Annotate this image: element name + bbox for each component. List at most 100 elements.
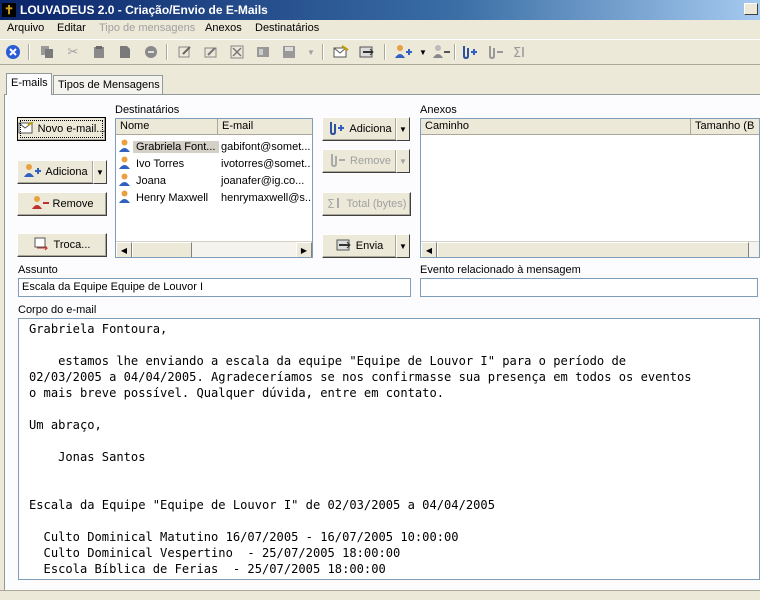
menu-tipo-de-mensagens[interactable]: Tipo de mensagens — [99, 22, 195, 34]
chevron-down-icon: ▼ — [399, 242, 407, 251]
add-user-icon — [23, 163, 41, 182]
cut-icon[interactable]: ✂ — [64, 43, 82, 61]
add-user-icon[interactable] — [394, 43, 412, 61]
destinatarios-hscroll[interactable]: ◀ ▶ — [116, 241, 312, 257]
remove-user-icon[interactable] — [432, 43, 450, 61]
adiciona-anexo-button[interactable]: Adiciona — [322, 117, 397, 141]
close-circle-icon[interactable] — [4, 43, 22, 61]
assunto-field[interactable]: Escala da Equipe Equipe de Louvor I — [18, 278, 411, 297]
chevron-down-icon: ▼ — [399, 157, 407, 166]
adiciona-destinatario-button[interactable]: Adiciona — [17, 160, 94, 184]
remove-user-icon — [31, 195, 49, 214]
corpo-textarea[interactable]: Grabriela Fontoura, estamos lhe enviando… — [18, 318, 760, 580]
assunto-label: Assunto — [18, 264, 58, 276]
dropdown-icon[interactable]: ▼ — [306, 43, 316, 61]
destinatarios-header: Nome E-mail — [116, 119, 313, 135]
swap-icon — [34, 237, 50, 254]
toolbar: ✂ ▼ ▼ Σ — [0, 39, 760, 65]
novo-email-label: Novo e-mail... — [38, 123, 106, 135]
evento-label: Evento relacionado à mensagem — [420, 264, 581, 276]
envelope-icon — [18, 122, 34, 137]
scroll-left-icon[interactable]: ◀ — [116, 242, 132, 258]
paste-icon[interactable] — [90, 43, 108, 61]
recipient-name: Ivo Torres — [133, 158, 219, 170]
destinatarios-label: Destinatários — [115, 104, 179, 116]
anexos-header: Caminho Tamanho (B — [421, 119, 760, 135]
envia-dropdown[interactable]: ▼ — [396, 234, 410, 258]
sum-icon[interactable]: Σ — [512, 43, 530, 61]
edit-alt-icon[interactable] — [202, 43, 220, 61]
menu-destinatarios[interactable]: Destinatários — [255, 22, 319, 34]
scroll-left-icon[interactable]: ◀ — [421, 242, 437, 258]
column-nome[interactable]: Nome — [116, 119, 218, 135]
adiciona-destinatario-dropdown[interactable]: ▼ — [93, 160, 107, 184]
troca-button[interactable]: Troca... — [17, 233, 107, 257]
send-card-icon — [336, 239, 352, 254]
attach-add-icon — [327, 120, 345, 139]
list-item[interactable]: Ivo Torres ivotorres@somet... — [116, 155, 311, 172]
destinatarios-list[interactable]: Nome E-mail Grabriela Font... gabifont@s… — [115, 118, 313, 258]
remove-anexo-dropdown[interactable]: ▼ — [396, 149, 410, 173]
menu-editar[interactable]: Editar — [57, 22, 86, 34]
adiciona-anexo-dropdown[interactable]: ▼ — [396, 117, 410, 141]
save-icon[interactable] — [280, 43, 298, 61]
adiciona-destinatario-label: Adiciona — [45, 166, 87, 178]
app-cross-icon: ✝ — [2, 3, 16, 17]
copy-icon[interactable] — [38, 43, 56, 61]
status-bar — [0, 590, 760, 600]
menu-anexos[interactable]: Anexos — [205, 22, 242, 34]
total-bytes-button[interactable]: Σ Total (bytes) — [322, 192, 411, 216]
dropdown-icon[interactable]: ▼ — [418, 43, 428, 61]
list-item[interactable]: Joana joanafer@ig.co... — [116, 172, 311, 189]
scroll-right-icon[interactable]: ▶ — [296, 242, 312, 258]
tab-tipos-de-mensagens[interactable]: Tipos de Mensagens — [53, 75, 163, 95]
recipient-name: Joana — [133, 175, 219, 187]
menu-arquivo[interactable]: Arquivo — [7, 22, 44, 34]
edit-icon[interactable] — [176, 43, 194, 61]
anexos-hscroll[interactable]: ◀ — [421, 241, 759, 257]
recipient-name: Grabriela Font... — [133, 141, 219, 153]
recipient-email: joanafer@ig.co... — [219, 175, 311, 187]
person-icon — [119, 156, 133, 172]
remove-destinatario-button[interactable]: Remove — [17, 192, 107, 216]
total-bytes-label: Total (bytes) — [347, 198, 407, 210]
remove-anexo-label: Remove — [350, 155, 391, 167]
tab-e-mails[interactable]: E-mails — [6, 73, 52, 95]
list-item[interactable]: Grabriela Font... gabifont@somet... — [116, 138, 311, 155]
send-mail-icon[interactable] — [332, 43, 350, 61]
scroll-thumb[interactable] — [132, 242, 192, 258]
recipient-email: ivotorres@somet... — [219, 158, 311, 170]
person-icon — [119, 190, 133, 206]
chevron-down-icon: ▼ — [399, 125, 407, 134]
attach-add-icon[interactable] — [460, 43, 478, 61]
recipient-name: Henry Maxwell — [133, 192, 219, 204]
remove-anexo-button[interactable]: Remove — [322, 149, 397, 173]
chevron-down-icon: ▼ — [96, 168, 104, 177]
attach-remove-icon[interactable] — [486, 43, 504, 61]
svg-text:Σ: Σ — [513, 46, 521, 60]
grid-icon[interactable] — [254, 43, 272, 61]
window-button[interactable] — [744, 3, 758, 15]
evento-field[interactable] — [420, 278, 758, 297]
column-caminho[interactable]: Caminho — [421, 119, 691, 135]
list-item[interactable]: Henry Maxwell henrymaxwell@s... — [116, 189, 311, 206]
corpo-text: Grabriela Fontoura, estamos lhe enviando… — [19, 319, 759, 579]
sum-icon: Σ — [327, 196, 343, 213]
stop-icon[interactable] — [142, 43, 160, 61]
document-icon[interactable] — [116, 43, 134, 61]
remove-destinatario-label: Remove — [53, 198, 94, 210]
column-tamanho[interactable]: Tamanho (B — [691, 119, 760, 135]
attach-remove-icon — [328, 152, 346, 171]
recipient-email: henrymaxwell@s... — [219, 192, 311, 204]
envia-button[interactable]: Envia — [322, 234, 397, 258]
svg-text:Σ: Σ — [327, 197, 335, 210]
adiciona-anexo-label: Adiciona — [349, 123, 391, 135]
anexos-list[interactable]: Caminho Tamanho (B ◀ — [420, 118, 760, 258]
card-icon[interactable] — [358, 43, 376, 61]
novo-email-button[interactable]: Novo e-mail... — [17, 117, 106, 141]
delete-icon[interactable] — [228, 43, 246, 61]
troca-label: Troca... — [54, 239, 91, 251]
column-email[interactable]: E-mail — [218, 119, 313, 135]
scroll-thumb[interactable] — [437, 242, 749, 258]
title-bar: ✝ LOUVADEUS 2.0 - Criação/Envio de E-Mai… — [0, 0, 760, 20]
